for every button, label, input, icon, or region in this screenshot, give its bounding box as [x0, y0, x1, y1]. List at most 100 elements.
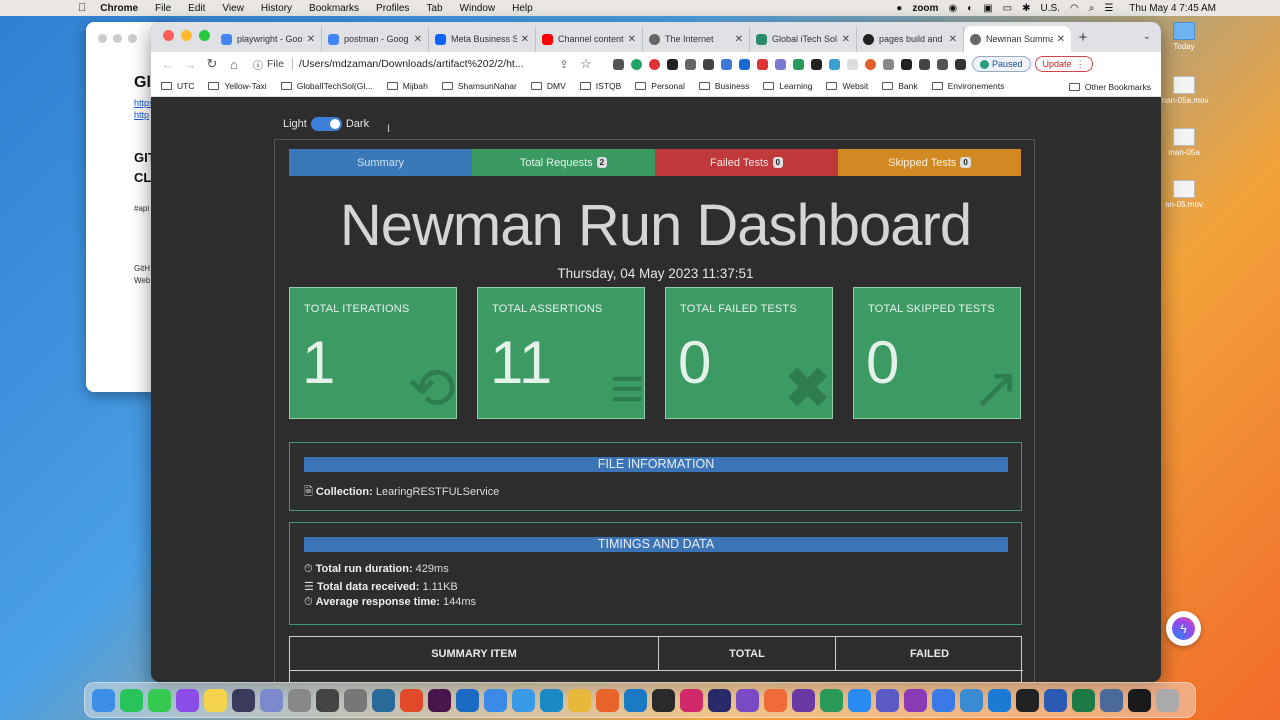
extension-icon[interactable]	[793, 58, 804, 70]
dock-tool-icon[interactable]	[960, 688, 983, 712]
dock-postman-icon[interactable]	[764, 688, 787, 712]
dock-messages-icon[interactable]	[148, 688, 171, 712]
control-center-icon[interactable]: ☰	[1104, 3, 1113, 14]
apple-icon[interactable]: 	[78, 2, 86, 14]
bookmark-folder[interactable]: GlobalITechSol(GI...	[280, 81, 373, 91]
close-tab-icon[interactable]: ✕	[1057, 34, 1065, 45]
browser-tab[interactable]: Meta Business S ✕	[429, 26, 536, 52]
dock-teams-icon[interactable]	[876, 688, 899, 712]
dock-xcode2-icon[interactable]	[932, 688, 955, 712]
menu-file[interactable]: File	[155, 3, 171, 14]
menu-edit[interactable]: Edit	[188, 3, 205, 14]
dock-excel-icon[interactable]	[1072, 688, 1095, 712]
dock-terminal-icon[interactable]	[1016, 688, 1039, 712]
update-button[interactable]: Update ⋮	[1034, 56, 1093, 72]
home-icon[interactable]: ⌂	[223, 57, 245, 72]
address-bar[interactable]: ⓘ File /Users/mdzaman/Downloads/artifact…	[253, 54, 553, 74]
dock-eclipse-icon[interactable]	[708, 688, 731, 712]
minimize-window-button[interactable]	[181, 30, 192, 41]
extension-icon[interactable]	[829, 58, 840, 70]
bookmark-folder[interactable]: Environements	[931, 81, 1004, 91]
desktop-folder-today[interactable]: Today	[1156, 22, 1212, 51]
browser-tab[interactable]: playwright - Goo ✕	[215, 26, 322, 52]
bookmark-folder[interactable]: Bank	[882, 81, 918, 91]
dock-launchpad-icon[interactable]	[260, 688, 283, 712]
extension-icon[interactable]	[901, 58, 912, 70]
extension-icon[interactable]	[667, 58, 678, 70]
dock-intellij-icon[interactable]	[680, 688, 703, 712]
status-icon[interactable]: ◉	[948, 3, 957, 14]
share-icon[interactable]: ⇪	[553, 58, 575, 71]
bookmark-folder[interactable]: Yellow-Taxi	[208, 81, 267, 91]
dock-mail-icon[interactable]	[484, 688, 507, 712]
dock-r-icon[interactable]	[988, 688, 1011, 712]
desktop-file-3[interactable]: an-05.mov	[1156, 180, 1212, 209]
bookmark-star-icon[interactable]: ☆	[575, 56, 597, 72]
bg-link[interactable]: http	[134, 110, 149, 120]
dock-whatsapp-icon[interactable]	[120, 688, 143, 712]
desktop-file-2[interactable]: man-05a	[1156, 128, 1212, 157]
browser-tab[interactable]: Channel content ✕	[536, 26, 643, 52]
tab-total-requests[interactable]: Total Requests 2	[472, 149, 655, 176]
browser-tab[interactable]: Global iTech Sol ✕	[750, 26, 857, 52]
dock-notes-icon[interactable]	[204, 688, 227, 712]
browser-tab[interactable]: pages build and ✕	[857, 26, 964, 52]
zoom-window-button[interactable]	[199, 30, 210, 41]
tab-skipped-tests[interactable]: Skipped Tests 0	[838, 149, 1021, 176]
menu-app-name[interactable]: Chrome	[100, 3, 138, 14]
battery-icon[interactable]: ▭	[1003, 3, 1012, 14]
extension-icon[interactable]	[757, 58, 768, 70]
clock[interactable]: Thu May 4 7:45 AM	[1129, 3, 1216, 14]
reload-icon[interactable]: ↻	[201, 56, 223, 72]
download-icon[interactable]	[937, 58, 948, 70]
puzzle-icon[interactable]	[919, 58, 930, 70]
menu-window[interactable]: Window	[460, 3, 496, 14]
theme-switch[interactable]	[310, 117, 342, 131]
bluetooth-icon[interactable]: ✱	[1022, 3, 1030, 14]
browser-tab[interactable]: postman - Goog ✕	[322, 26, 429, 52]
input-source[interactable]: U.S.	[1041, 3, 1060, 14]
menu-profiles[interactable]: Profiles	[376, 3, 409, 14]
status-icon-3[interactable]: ▣	[983, 3, 992, 14]
browser-tab[interactable]: The Internet ✕	[643, 26, 750, 52]
extension-icon[interactable]	[649, 58, 660, 70]
dock-siri-icon[interactable]	[232, 688, 255, 712]
close-tab-icon[interactable]: ✕	[842, 34, 850, 45]
dock-edge-icon[interactable]	[540, 688, 563, 712]
extension-icon[interactable]	[811, 58, 822, 70]
dock-slack-icon[interactable]	[428, 688, 451, 712]
tab-search-chevron-icon[interactable]: ⌄	[1143, 31, 1151, 42]
extension-icon[interactable]	[739, 58, 750, 70]
menu-help[interactable]: Help	[512, 3, 533, 14]
extension-icon[interactable]	[631, 58, 642, 70]
dock-screen-icon[interactable]	[1100, 688, 1123, 712]
menu-view[interactable]: View	[222, 3, 244, 14]
new-tab-button[interactable]: +	[1071, 26, 1095, 52]
close-tab-icon[interactable]: ✕	[628, 34, 636, 45]
menu-bookmarks[interactable]: Bookmarks	[309, 3, 359, 14]
extension-icon[interactable]	[775, 58, 786, 70]
other-bookmarks[interactable]: Other Bookmarks	[1068, 82, 1151, 92]
bookmark-folder[interactable]: ISTQB	[579, 81, 621, 91]
dock-word-icon[interactable]	[1044, 688, 1067, 712]
dock-chrome-icon[interactable]	[568, 688, 591, 712]
dock-contacts-icon[interactable]	[288, 688, 311, 712]
dock-media-icon[interactable]	[792, 688, 815, 712]
close-tab-icon[interactable]: ✕	[307, 34, 315, 45]
forward-arrow-icon[interactable]: →	[179, 57, 201, 72]
dock-messenger-icon[interactable]	[176, 688, 199, 712]
dock-settings-icon[interactable]	[344, 688, 367, 712]
bookmark-folder[interactable]: Business	[698, 81, 749, 91]
dock-trash-icon[interactable]	[1156, 688, 1179, 712]
close-tab-icon[interactable]: ✕	[735, 34, 743, 45]
close-tab-icon[interactable]: ✕	[949, 34, 957, 45]
dock-firefox-icon[interactable]	[596, 688, 619, 712]
bookmark-folder[interactable]: Websit	[826, 81, 868, 91]
dock-zoom-icon[interactable]	[848, 688, 871, 712]
menu-tab[interactable]: Tab	[426, 3, 442, 14]
sidepanel-icon[interactable]	[955, 58, 966, 70]
browser-tab-active[interactable]: Newman Summa ✕	[964, 26, 1071, 52]
dock-finalcut-icon[interactable]	[316, 688, 339, 712]
status-icon-2[interactable]: ◐	[967, 3, 973, 14]
bookmark-folder[interactable]: Learning	[763, 81, 812, 91]
